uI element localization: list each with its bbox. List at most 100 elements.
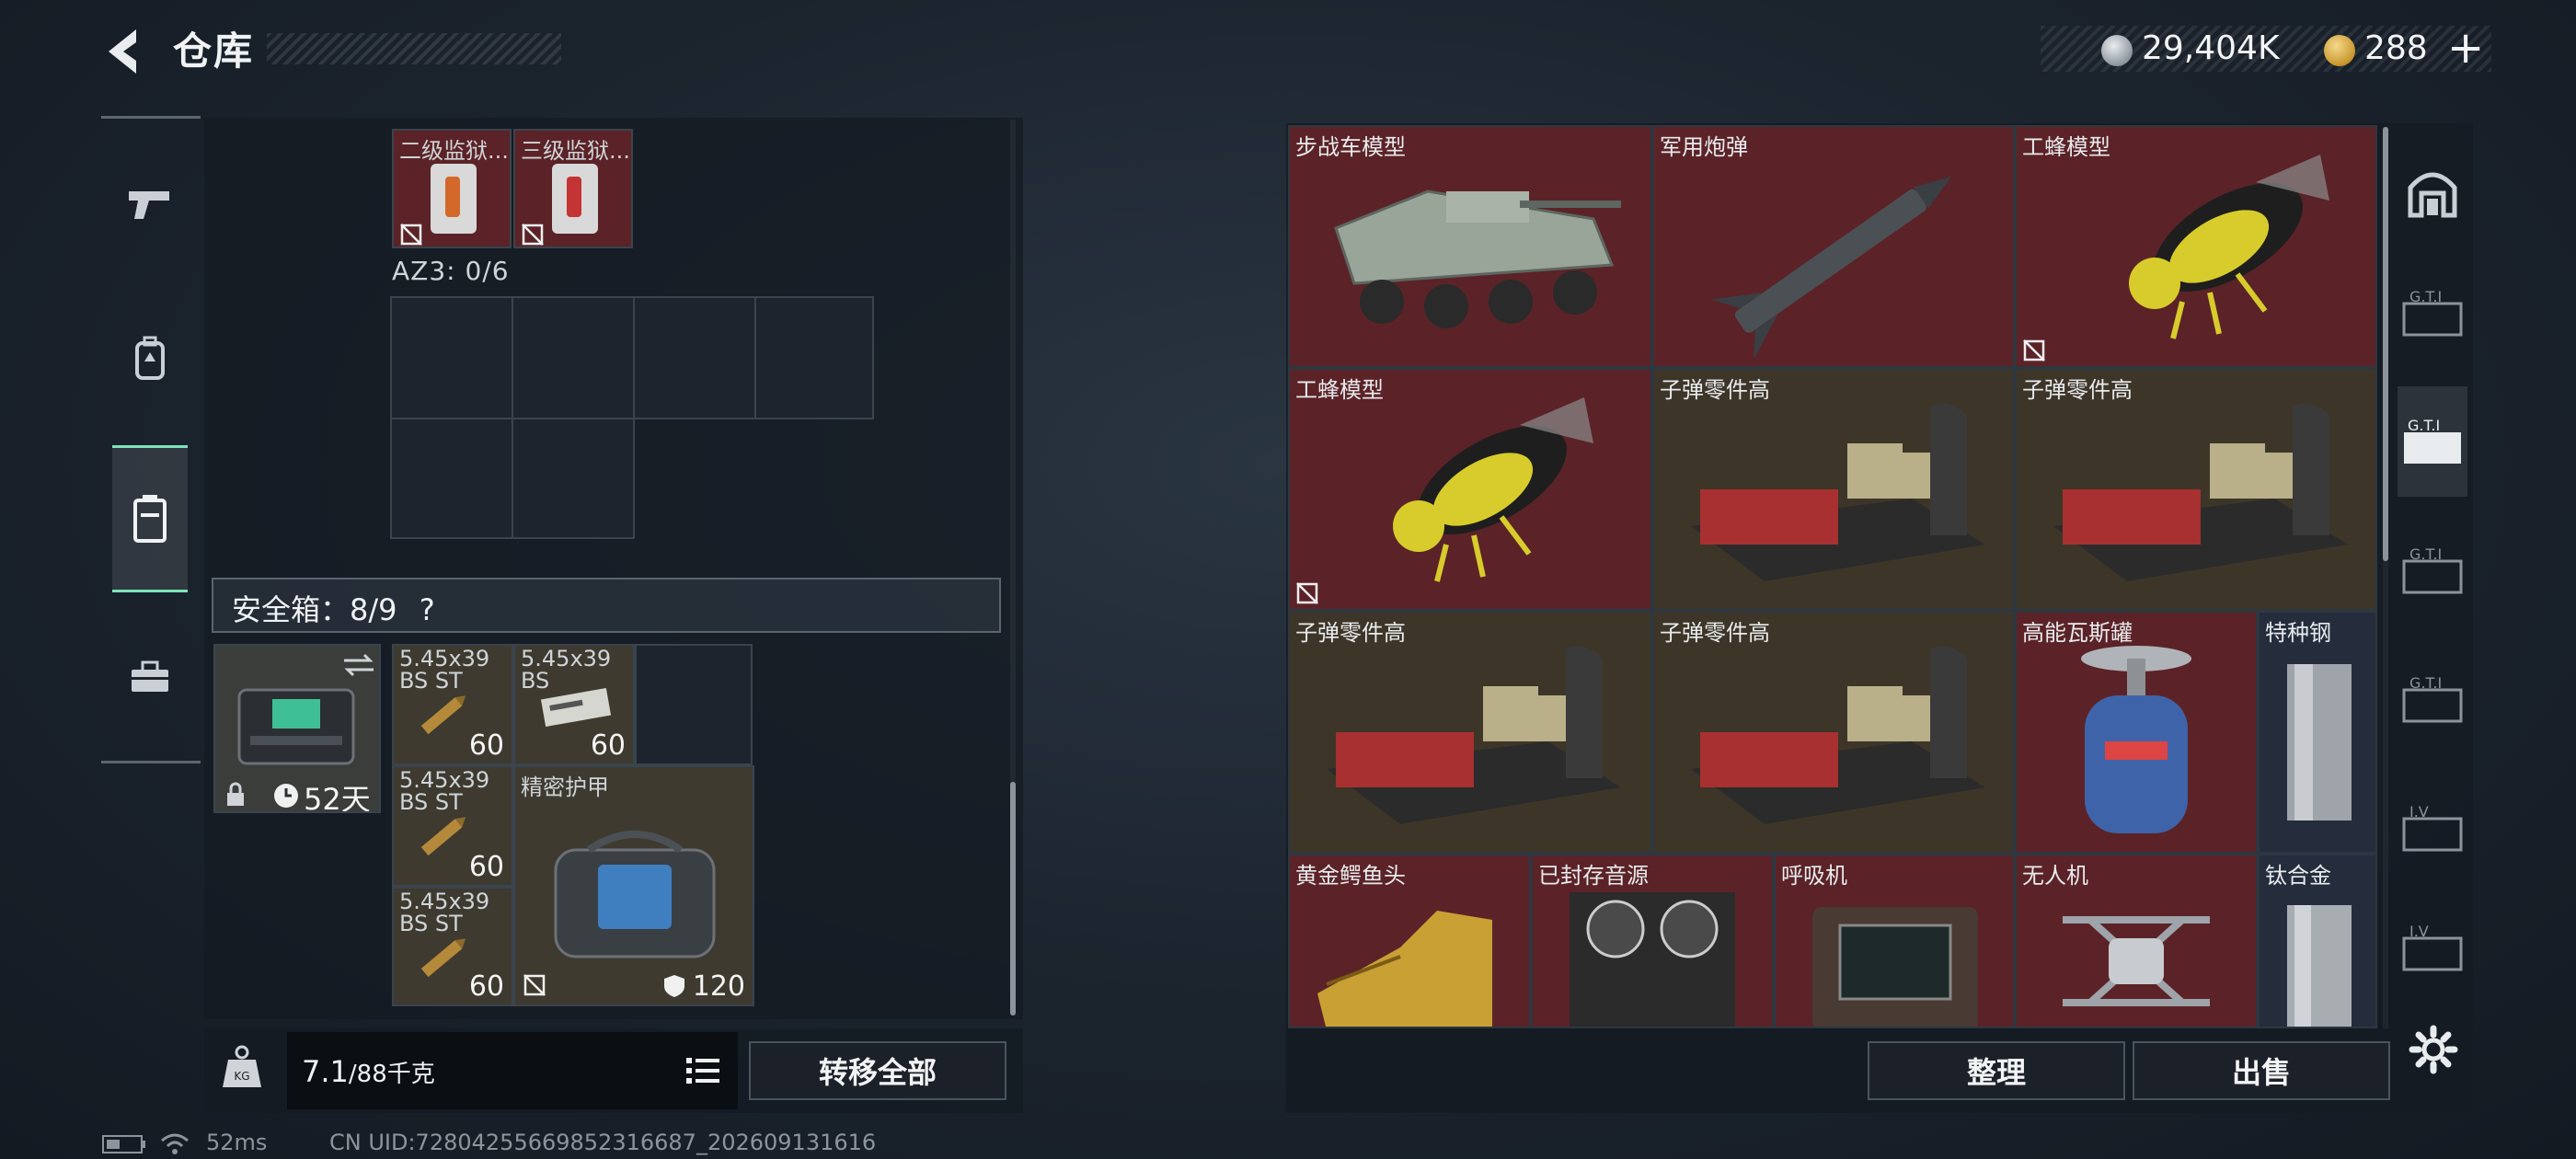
back-arrow-icon[interactable] bbox=[99, 24, 149, 79]
list-icon[interactable] bbox=[684, 1054, 721, 1087]
container-icon bbox=[133, 495, 167, 543]
item-sealed-audio[interactable]: 已封存音源 bbox=[1531, 854, 1774, 1028]
item-ifv-model[interactable]: 步战车模型 bbox=[1288, 125, 1652, 368]
item-military-shell[interactable]: 军用炮弹 bbox=[1652, 125, 2015, 368]
item-bee-model[interactable]: 工蜂模型 bbox=[2015, 125, 2377, 368]
gear-icon[interactable] bbox=[2409, 1025, 2458, 1074]
battery-icon bbox=[102, 1135, 145, 1153]
storage-tab-icon: G.T.I bbox=[2402, 288, 2463, 337]
ammo-item[interactable]: 5.45x39 BS ST 60 bbox=[392, 765, 513, 887]
keycard-icon bbox=[431, 164, 477, 234]
empty-slot[interactable] bbox=[390, 418, 513, 539]
titanium-icon bbox=[2287, 905, 2352, 1027]
empty-slot[interactable] bbox=[512, 418, 635, 539]
item-ventilator[interactable]: 呼吸机 bbox=[1774, 854, 2015, 1028]
bullet-parts-icon bbox=[1691, 403, 1985, 581]
safe-case-item[interactable]: 52天 bbox=[213, 644, 381, 813]
item-gas-tank[interactable]: 高能瓦斯罐 bbox=[2015, 611, 2258, 854]
ammo-icon bbox=[420, 938, 466, 978]
backpack-icon bbox=[135, 336, 165, 380]
nav-storage-6[interactable]: I.V bbox=[2398, 901, 2467, 993]
nav-storage-3[interactable]: G.T.I bbox=[2398, 515, 2467, 625]
item-drone[interactable]: 无人机 bbox=[2015, 854, 2258, 1028]
ammo-icon bbox=[420, 695, 466, 735]
drone-icon bbox=[2063, 916, 2210, 1006]
nav-equipment[interactable] bbox=[112, 309, 188, 408]
armor-bag-icon bbox=[554, 831, 716, 958]
ammo-item[interactable]: 5.45x39 BS ST 60 bbox=[392, 887, 513, 1006]
item-titanium-alloy[interactable]: 钛合金 bbox=[2258, 854, 2377, 1028]
svg-text:KG: KG bbox=[234, 1070, 249, 1083]
empty-slot[interactable] bbox=[512, 296, 635, 419]
nav-storage-4[interactable]: G.T.I bbox=[2398, 644, 2467, 754]
bee-model-icon bbox=[1393, 397, 1593, 582]
item-gold-crocodile[interactable]: 黄金鳄鱼头 bbox=[1288, 854, 1531, 1028]
missile-icon bbox=[1711, 176, 1951, 357]
ping-indicator: 52ms bbox=[206, 1130, 268, 1155]
nav-storage-2[interactable]: G.T.I bbox=[2398, 386, 2467, 497]
warehouse-icon bbox=[2408, 172, 2457, 218]
item-prison-key-3[interactable]: 三级监狱... bbox=[513, 129, 633, 248]
item-bee-model[interactable]: 工蜂模型 bbox=[1288, 368, 1652, 611]
nav-storage-1[interactable]: G.T.I bbox=[2398, 258, 2467, 368]
right-scroll-thumb[interactable] bbox=[2383, 127, 2388, 561]
no-trade-icon bbox=[1296, 582, 1318, 604]
bullet-parts-icon bbox=[1691, 646, 1985, 824]
empty-slot[interactable] bbox=[633, 296, 756, 419]
shield-icon bbox=[664, 975, 684, 997]
gas-tank-icon bbox=[2081, 646, 2191, 833]
svg-text:I.V: I.V bbox=[2409, 803, 2429, 820]
bullet-parts-icon bbox=[2053, 403, 2348, 581]
svg-text:I.V: I.V bbox=[2409, 923, 2429, 940]
toolbox-icon bbox=[132, 660, 168, 692]
nav-weapons[interactable] bbox=[112, 155, 188, 254]
no-trade-icon bbox=[400, 224, 422, 246]
left-scroll-thumb[interactable] bbox=[1010, 782, 1016, 1016]
reel-recorder-icon bbox=[1570, 892, 1735, 1027]
wifi-icon bbox=[161, 1133, 189, 1154]
item-bullet-parts[interactable]: 子弹零件高 bbox=[1652, 368, 2015, 611]
armor-item[interactable]: 精密护甲 120 bbox=[513, 765, 754, 1006]
empty-slot[interactable] bbox=[754, 296, 874, 419]
ammo-box-icon bbox=[540, 687, 612, 728]
storage-tab-icon: G.T.I bbox=[2402, 674, 2463, 723]
currency-gold-amount: 288 bbox=[2364, 29, 2428, 67]
storage-tab-icon: I.V bbox=[2402, 803, 2463, 852]
ammo-item[interactable]: 5.45x39 BS ST 60 bbox=[392, 644, 513, 765]
gold-crocodile-icon bbox=[1317, 911, 1492, 1027]
item-prison-key-2[interactable]: 二级监狱... bbox=[392, 129, 512, 248]
weight-icon: KG bbox=[223, 1045, 261, 1087]
safe-case-icon bbox=[237, 688, 355, 765]
ammo-item[interactable]: 5.45x39 BS 60 bbox=[513, 644, 635, 765]
title-decoration bbox=[267, 33, 561, 64]
keycard-icon bbox=[552, 164, 598, 234]
steel-icon bbox=[2287, 664, 2352, 820]
swap-icon[interactable] bbox=[340, 651, 377, 679]
storage-tab-icon: G.T.I bbox=[2404, 417, 2461, 464]
currency-silver-amount: 29,404K bbox=[2142, 29, 2280, 67]
page-title: 仓库 bbox=[173, 29, 255, 74]
clock-icon bbox=[274, 784, 298, 808]
nav-storage-all[interactable] bbox=[2398, 138, 2467, 248]
no-trade-icon bbox=[522, 224, 544, 246]
az3-capacity-label: AZ3: 0/6 bbox=[392, 256, 510, 286]
nav-safe-box[interactable] bbox=[112, 445, 188, 592]
empty-slot[interactable] bbox=[635, 644, 753, 765]
ifv-model-icon bbox=[1334, 189, 1621, 328]
item-bullet-parts[interactable]: 子弹零件高 bbox=[1288, 611, 1652, 854]
sell-button[interactable]: 出售 bbox=[2133, 1041, 2390, 1100]
sort-button[interactable]: 整理 bbox=[1868, 1041, 2125, 1100]
empty-slot[interactable] bbox=[390, 296, 513, 419]
weight-text: 7.1/88千克 bbox=[302, 1054, 435, 1089]
svg-text:G.T.I: G.T.I bbox=[2409, 545, 2442, 563]
no-trade-icon bbox=[2023, 339, 2045, 361]
add-currency-button[interactable]: + bbox=[2447, 22, 2484, 74]
item-special-steel[interactable]: 特种钢 bbox=[2258, 611, 2377, 854]
nav-tools[interactable] bbox=[112, 627, 188, 727]
item-bullet-parts[interactable]: 子弹零件高 bbox=[2015, 368, 2377, 611]
gold-coin-icon bbox=[2324, 35, 2355, 66]
nav-storage-5[interactable]: I.V bbox=[2398, 773, 2467, 883]
transfer-all-button[interactable]: 转移全部 bbox=[749, 1041, 1006, 1100]
item-bullet-parts[interactable]: 子弹零件高 bbox=[1652, 611, 2015, 854]
help-button[interactable]: ? bbox=[420, 592, 435, 627]
